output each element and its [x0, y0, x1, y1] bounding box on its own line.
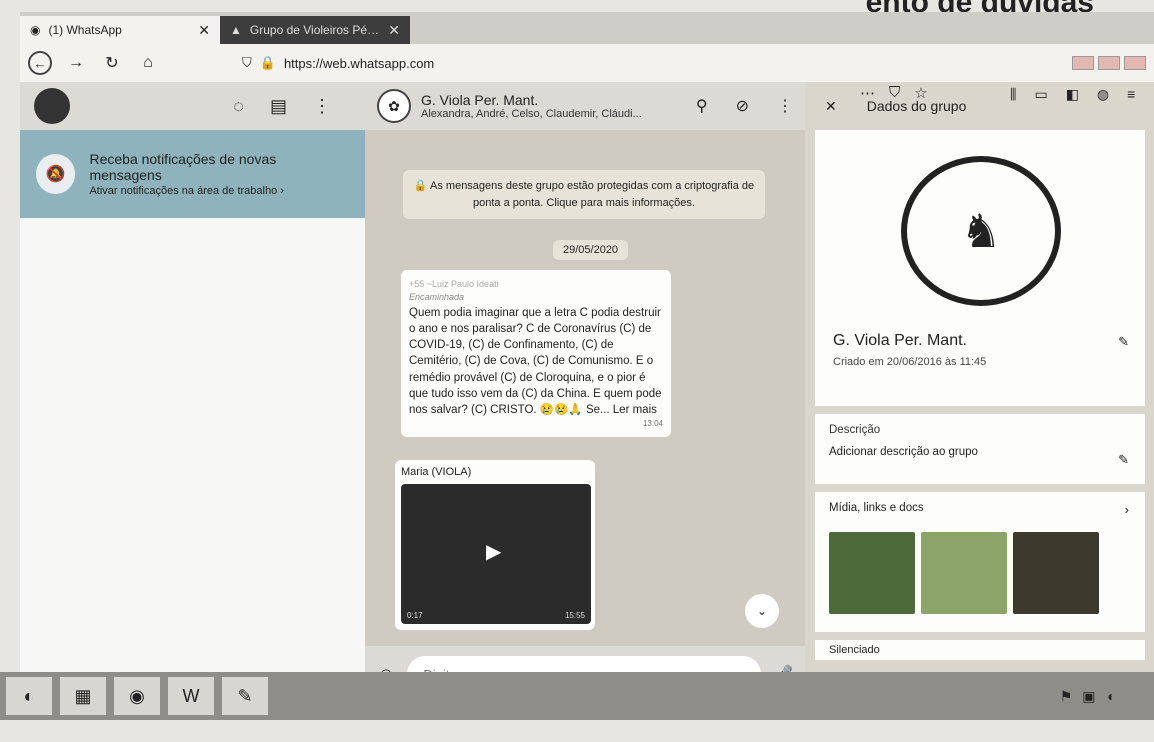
date-chip: 29/05/2020	[553, 240, 629, 260]
description-label: Descrição	[829, 424, 881, 436]
message-time: 13:04	[642, 418, 663, 428]
volume-icon[interactable]: ◖	[1106, 688, 1114, 705]
encryption-notice[interactable]: 🔒 As mensagens deste grupo estão protegi…	[403, 170, 765, 219]
sidebar-icon[interactable]: ▭	[1034, 86, 1047, 103]
video-message[interactable]: Maria (VIOLA) ▶ 0:17 15:55	[395, 460, 595, 630]
firefox-icon[interactable]: ◉	[114, 677, 160, 715]
taskbar: ◐ ▦ ◉ W ✎ ⚑ ▣ ◖	[0, 672, 1154, 720]
chat-header[interactable]: ✿ G. Viola Per. Mant. Alexandra, André, …	[365, 82, 805, 130]
menu-icon[interactable]: ≡	[1127, 86, 1135, 103]
forwarded-label: Encaminhada	[409, 291, 465, 302]
notification-title: Receba notificações de novas mensagens	[89, 151, 277, 183]
message-sender: Maria (VIOLA)	[401, 466, 472, 478]
flag-icon[interactable]: ⚑	[1060, 688, 1073, 705]
more-icon[interactable]: ⋯	[860, 84, 875, 102]
lock-icon: 🔒	[259, 55, 276, 70]
new-chat-icon[interactable]: ▤	[270, 96, 287, 117]
close-icon[interactable]: ✕	[198, 22, 210, 39]
media-thumbnail[interactable]	[921, 532, 1007, 614]
left-pane: ◌ ▤ ⋮ 🔕 Receba notificações de novas men…	[20, 82, 365, 692]
window-controls	[1072, 56, 1146, 70]
add-description-link[interactable]: Adicionar descrição ao grupo	[829, 446, 1131, 458]
silenced-label[interactable]: Silenciado	[815, 640, 1145, 660]
message-text: Quem podia imaginar que a letra C podia …	[409, 307, 662, 416]
tab-group-page[interactable]: ▲ Grupo de Violeiros Pérola da M ✕	[220, 16, 410, 44]
notification-banner[interactable]: 🔕 Receba notificações de novas mensagens…	[20, 130, 365, 218]
home-icon[interactable]: ⌂	[136, 51, 160, 75]
chat-members: Alexandra, André, Celso, Claudemir, Cláu…	[421, 108, 642, 120]
close-icon[interactable]: ✕	[825, 98, 837, 115]
group-info-pane: ✕ Dados do grupo ♞ G. Viola Per. Mant. ✎…	[805, 82, 1154, 702]
message-sender: +55 ~Luiz Paulo Ideati	[409, 279, 499, 289]
scroll-down-button[interactable]: ⌄	[745, 594, 779, 628]
chat-pane: ✿ G. Viola Per. Mant. Alexandra, André, …	[365, 82, 805, 702]
chevron-right-icon[interactable]: ›	[1125, 502, 1129, 517]
bell-off-icon: 🔕	[36, 154, 76, 194]
minimize-button[interactable]	[1072, 56, 1094, 70]
files-icon[interactable]: ▦	[60, 677, 106, 715]
pencil-icon[interactable]: ✎	[1118, 452, 1129, 468]
system-tray: ⚑ ▣ ◖	[1060, 688, 1114, 705]
pencil-icon[interactable]: ✎	[1118, 334, 1129, 350]
enable-notifications-link[interactable]: Ativar notificações na área de trabalho …	[89, 185, 349, 197]
close-window-button[interactable]	[1124, 56, 1146, 70]
group-created: Criado em 20/06/2016 às 11:45	[833, 356, 987, 368]
play-icon[interactable]: ▶	[486, 539, 501, 564]
start-icon[interactable]: ◐	[6, 677, 52, 715]
browser-tabbar: ◉ (1) WhatsApp ✕ ▲ Grupo de Violeiros Pé…	[20, 12, 1154, 44]
message-bubble[interactable]: +55 ~Luiz Paulo Ideati Encaminhada Quem …	[401, 270, 671, 438]
tab-title: (1) WhatsApp	[48, 23, 122, 37]
browser-toolbar-far: ⫼ ▭ ◧ ◍ ≡	[1010, 86, 1135, 103]
group-profile-card: ♞ G. Viola Per. Mant. ✎ Criado em 20/06/…	[815, 130, 1145, 406]
media-thumbnail[interactable]	[1013, 532, 1099, 614]
browser-toolbar: ⋯ ⛉ ☆	[860, 84, 928, 102]
media-thumbnail[interactable]	[829, 532, 915, 614]
attach-icon[interactable]: ⊘	[736, 96, 749, 116]
star-icon[interactable]: ☆	[914, 84, 927, 102]
status-icon[interactable]: ◌	[233, 96, 244, 117]
reload-icon[interactable]: ↻	[100, 51, 124, 75]
pocket-icon[interactable]: ⛉	[889, 84, 900, 102]
close-icon[interactable]: ✕	[388, 22, 400, 39]
tab-whatsapp[interactable]: ◉ (1) WhatsApp ✕	[20, 16, 220, 44]
maximize-button[interactable]	[1098, 56, 1120, 70]
search-icon[interactable]: ⚲	[696, 96, 708, 116]
paint-icon[interactable]: ✎	[222, 677, 268, 715]
extension-icon[interactable]: ◧	[1066, 86, 1079, 103]
url-bar[interactable]: ⛉ 🔒 https://web.whatsapp.com	[242, 55, 882, 71]
group-name: G. Viola Per. Mant.	[833, 332, 967, 349]
shield-icon: ⛉	[242, 55, 252, 70]
page-tab-icon: ▲	[230, 23, 242, 37]
network-icon[interactable]: ▣	[1082, 688, 1095, 705]
menu-icon[interactable]: ⋮	[777, 96, 793, 116]
tab-title: Grupo de Violeiros Pérola da M	[249, 23, 381, 37]
whatsapp-tab-icon: ◉	[30, 23, 41, 37]
group-logo[interactable]: ♞	[901, 156, 1061, 306]
whatsapp-app: ◌ ▤ ⋮ 🔕 Receba notificações de novas men…	[20, 82, 1154, 702]
chat-title: G. Viola Per. Mant.	[421, 92, 539, 108]
media-card[interactable]: Mídia, links e docs ›	[815, 492, 1145, 632]
message-time: 15:55	[564, 611, 585, 620]
word-icon[interactable]: W	[168, 677, 214, 715]
video-thumbnail[interactable]: ▶ 0:17 15:55	[401, 484, 591, 624]
back-arrow-icon[interactable]: ←	[28, 51, 52, 75]
browser-navbar: ← → ↻ ⌂ ⛉ 🔒 https://web.whatsapp.com	[20, 44, 1154, 82]
forward-arrow-icon[interactable]: →	[64, 51, 88, 75]
library-icon[interactable]: ⫼	[1010, 86, 1016, 103]
url-text: https://web.whatsapp.com	[283, 55, 435, 71]
video-duration: 0:17	[407, 611, 423, 620]
media-label: Mídia, links e docs	[829, 502, 924, 514]
menu-icon[interactable]: ⋮	[313, 96, 331, 117]
avatar[interactable]	[34, 88, 70, 124]
left-header: ◌ ▤ ⋮	[20, 82, 365, 130]
globe-icon[interactable]: ◍	[1097, 86, 1109, 103]
description-card: Descrição Adicionar descrição ao grupo ✎	[815, 414, 1145, 484]
group-avatar[interactable]: ✿	[377, 89, 411, 123]
